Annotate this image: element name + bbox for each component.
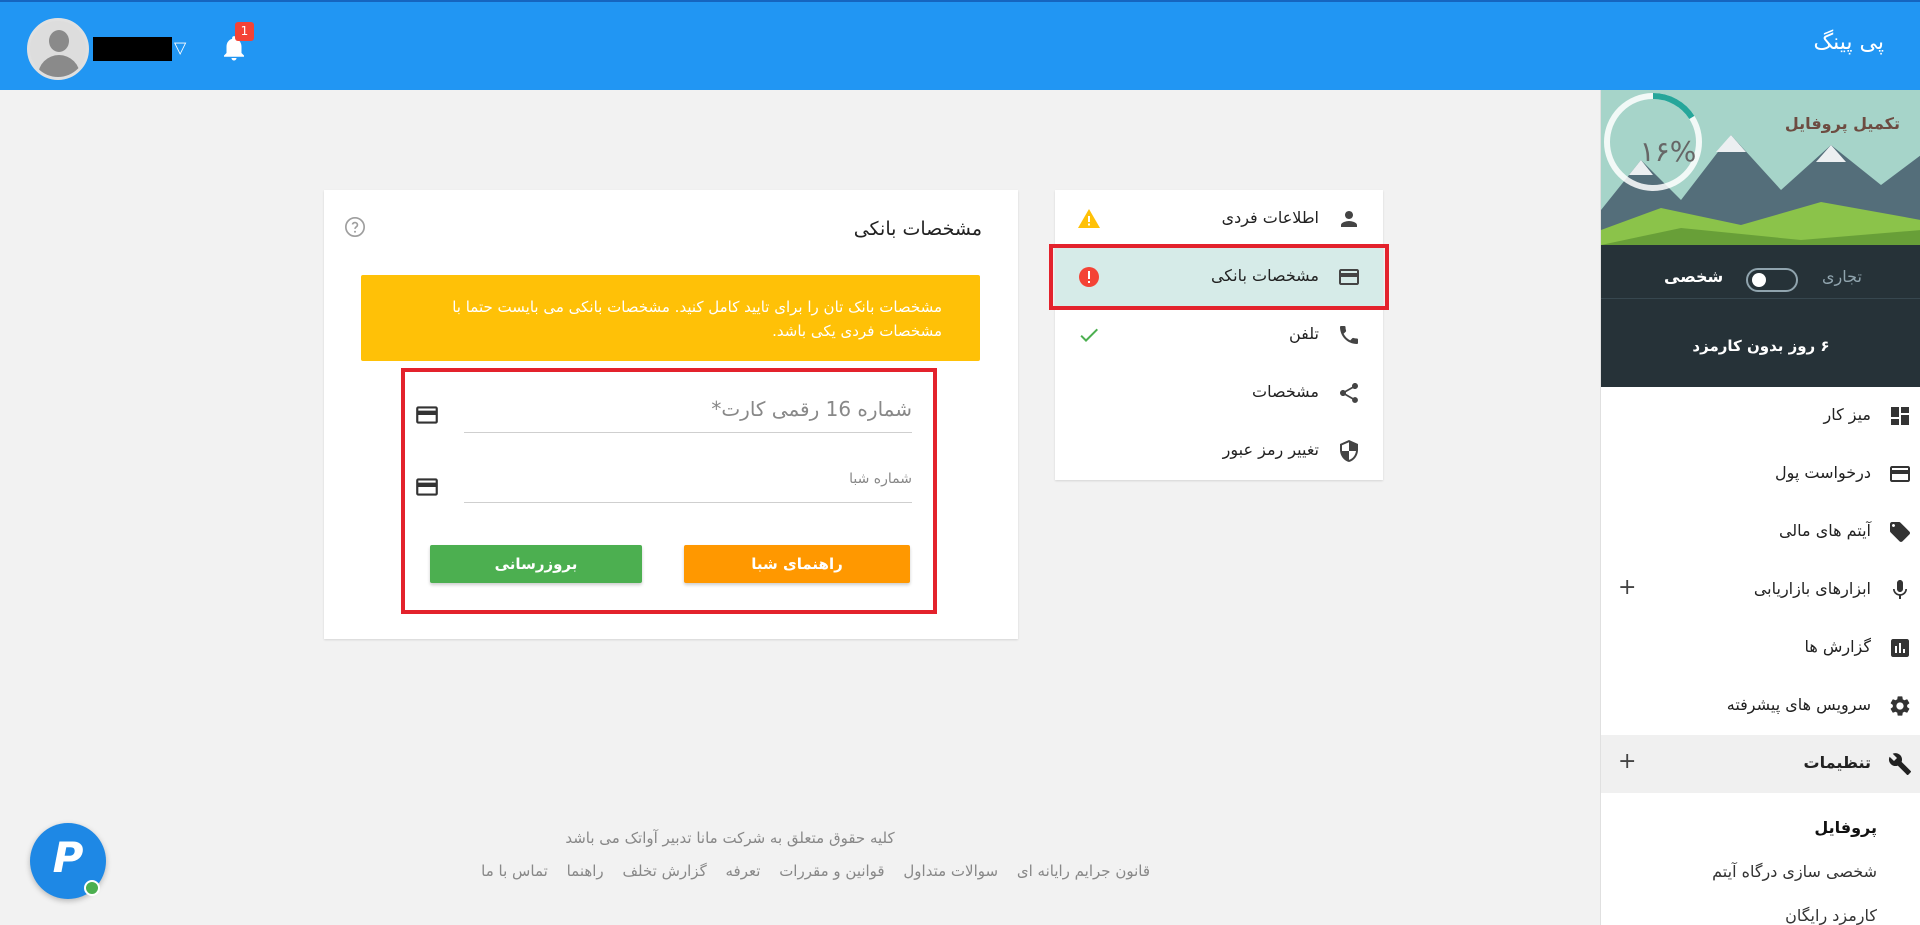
sidebar-item-marketing-tools[interactable]: ابزارهای بازاریابی +	[1601, 561, 1920, 619]
copyright-text: کلیه حقوق متعلق به شرکت مانا تدبیر آواتک…	[565, 829, 895, 847]
tab-label: مشخصات	[1252, 382, 1319, 401]
wrench-icon	[1888, 753, 1911, 775]
profile-hero: ۱۶% تکمیل پروفایل	[1601, 90, 1920, 245]
user-avatar[interactable]	[27, 18, 89, 80]
tab-label: اطلاعات فردی	[1221, 208, 1319, 227]
microphone-icon	[1893, 580, 1907, 599]
credit-card-icon	[1890, 466, 1910, 482]
dashboard-icon	[1891, 407, 1909, 425]
account-type-switch[interactable]	[1746, 268, 1798, 292]
submenu-item-gateway-customization[interactable]: شخصی سازی درگاه آیتم	[1601, 852, 1920, 896]
brand-title[interactable]: پی پینگ	[1813, 30, 1884, 55]
warning-triangle-icon	[1078, 209, 1100, 228]
user-menu-caret-icon[interactable]: ▽	[174, 38, 186, 57]
tab-label: تغییر رمز عبور	[1222, 440, 1319, 459]
footer-link[interactable]: گزارش تخلف	[622, 862, 706, 880]
sidebar-item-label: سرویس های پیشرفته	[1726, 695, 1871, 714]
footer-link[interactable]: قانون جرایم رایانه ای	[1017, 862, 1150, 880]
right-sidebar: ۱۶% تکمیل پروفایل تجاری شخصی ۶ روز بدون …	[1600, 90, 1920, 925]
submenu-item-label: شخصی سازی درگاه آیتم	[1712, 862, 1877, 881]
sidebar-item-label: تنظیمات	[1803, 753, 1871, 772]
toggle-personal-label[interactable]: شخصی	[1664, 267, 1723, 286]
tab-label: تلفن	[1288, 324, 1319, 343]
chat-widget-logo[interactable]: P	[30, 823, 106, 899]
sidebar-item-label: ابزارهای بازاریابی	[1753, 579, 1871, 598]
submenu-item-free-fee[interactable]: کارمزد رایگان	[1601, 896, 1920, 925]
person-icon	[1341, 211, 1357, 227]
toggle-business-label[interactable]: تجاری	[1822, 267, 1862, 286]
online-status-dot	[84, 880, 100, 896]
profile-complete-label: تکمیل پروفایل	[1784, 114, 1900, 133]
free-days-text: ۶ روز بدون کارمزد	[1692, 337, 1830, 355]
footer-link[interactable]: قوانین و مقررات	[779, 862, 884, 880]
tag-icon	[1890, 522, 1910, 542]
phone-icon	[1340, 326, 1358, 344]
tab-phone[interactable]: تلفن	[1055, 306, 1383, 364]
footer-link[interactable]: تماس با ما	[481, 862, 548, 880]
expand-plus-icon[interactable]: +	[1618, 575, 1636, 600]
bar-chart-icon	[1891, 639, 1909, 657]
tab-change-password[interactable]: تغییر رمز عبور	[1055, 422, 1383, 480]
bank-form-highlight-box	[401, 368, 937, 614]
p-logo-icon: P	[52, 833, 84, 882]
submenu-item-profile[interactable]: پروفایل	[1601, 808, 1920, 852]
settings-submenu: پروفایل شخصی سازی درگاه آیتم کارمزد رایگ…	[1601, 808, 1920, 925]
settings-tabs-card: اطلاعات فردی مشخصات بانکی تلفن مشخصات تغ…	[1055, 190, 1383, 480]
share-icon	[1340, 383, 1358, 403]
shield-icon	[1340, 440, 1358, 462]
sidebar-menu: میز کار درخواست پول آیتم های مالی ابزاره…	[1601, 387, 1920, 793]
sidebar-item-advanced-services[interactable]: سرویس های پیشرفته	[1601, 677, 1920, 735]
sidebar-item-label: آیتم های مالی	[1778, 521, 1871, 540]
sidebar-item-request-money[interactable]: درخواست پول	[1601, 445, 1920, 503]
tab-specifications[interactable]: مشخصات	[1055, 364, 1383, 422]
expand-plus-icon[interactable]: +	[1618, 749, 1636, 774]
sidebar-item-financial-items[interactable]: آیتم های مالی	[1601, 503, 1920, 561]
notification-badge: 1	[235, 22, 254, 41]
footer-links: قانون جرایم رایانه ای سوالات متداول قوان…	[450, 862, 1150, 880]
account-panel: تجاری شخصی ۶ روز بدون کارمزد	[1601, 245, 1920, 387]
profile-percent: ۱۶%	[1639, 135, 1697, 168]
sidebar-item-label: درخواست پول	[1775, 463, 1871, 482]
footer-link[interactable]: راهنما	[567, 862, 604, 880]
sidebar-item-label: میز کار	[1823, 405, 1871, 424]
top-bar: user ▽ 1 پی پینگ	[0, 0, 1920, 90]
gear-icon	[1890, 696, 1910, 716]
bank-details-title: مشخصات بانکی	[853, 218, 982, 240]
submenu-item-label: پروفایل	[1814, 818, 1877, 837]
submenu-item-label: کارمزد رایگان	[1785, 906, 1877, 925]
sidebar-item-dashboard[interactable]: میز کار	[1601, 387, 1920, 445]
bank-tab-highlight-box	[1049, 244, 1389, 310]
warning-banner: مشخصات بانک تان را برای تایید کامل کنید.…	[361, 275, 980, 361]
account-type-toggle-row: تجاری شخصی	[1601, 267, 1920, 299]
warning-text: مشخصات بانک تان را برای تایید کامل کنید.…	[452, 298, 942, 340]
tab-personal-info[interactable]: اطلاعات فردی	[1055, 190, 1383, 248]
sidebar-item-label: گزارش ها	[1804, 637, 1871, 656]
sidebar-item-settings[interactable]: تنظیمات +	[1601, 735, 1920, 793]
help-icon[interactable]	[344, 216, 366, 238]
footer-link[interactable]: تعرفه	[726, 862, 761, 880]
footer-link[interactable]: سوالات متداول	[903, 862, 998, 880]
username-redacted[interactable]: user	[93, 37, 172, 61]
sidebar-item-reports[interactable]: گزارش ها	[1601, 619, 1920, 677]
check-icon	[1080, 328, 1098, 342]
